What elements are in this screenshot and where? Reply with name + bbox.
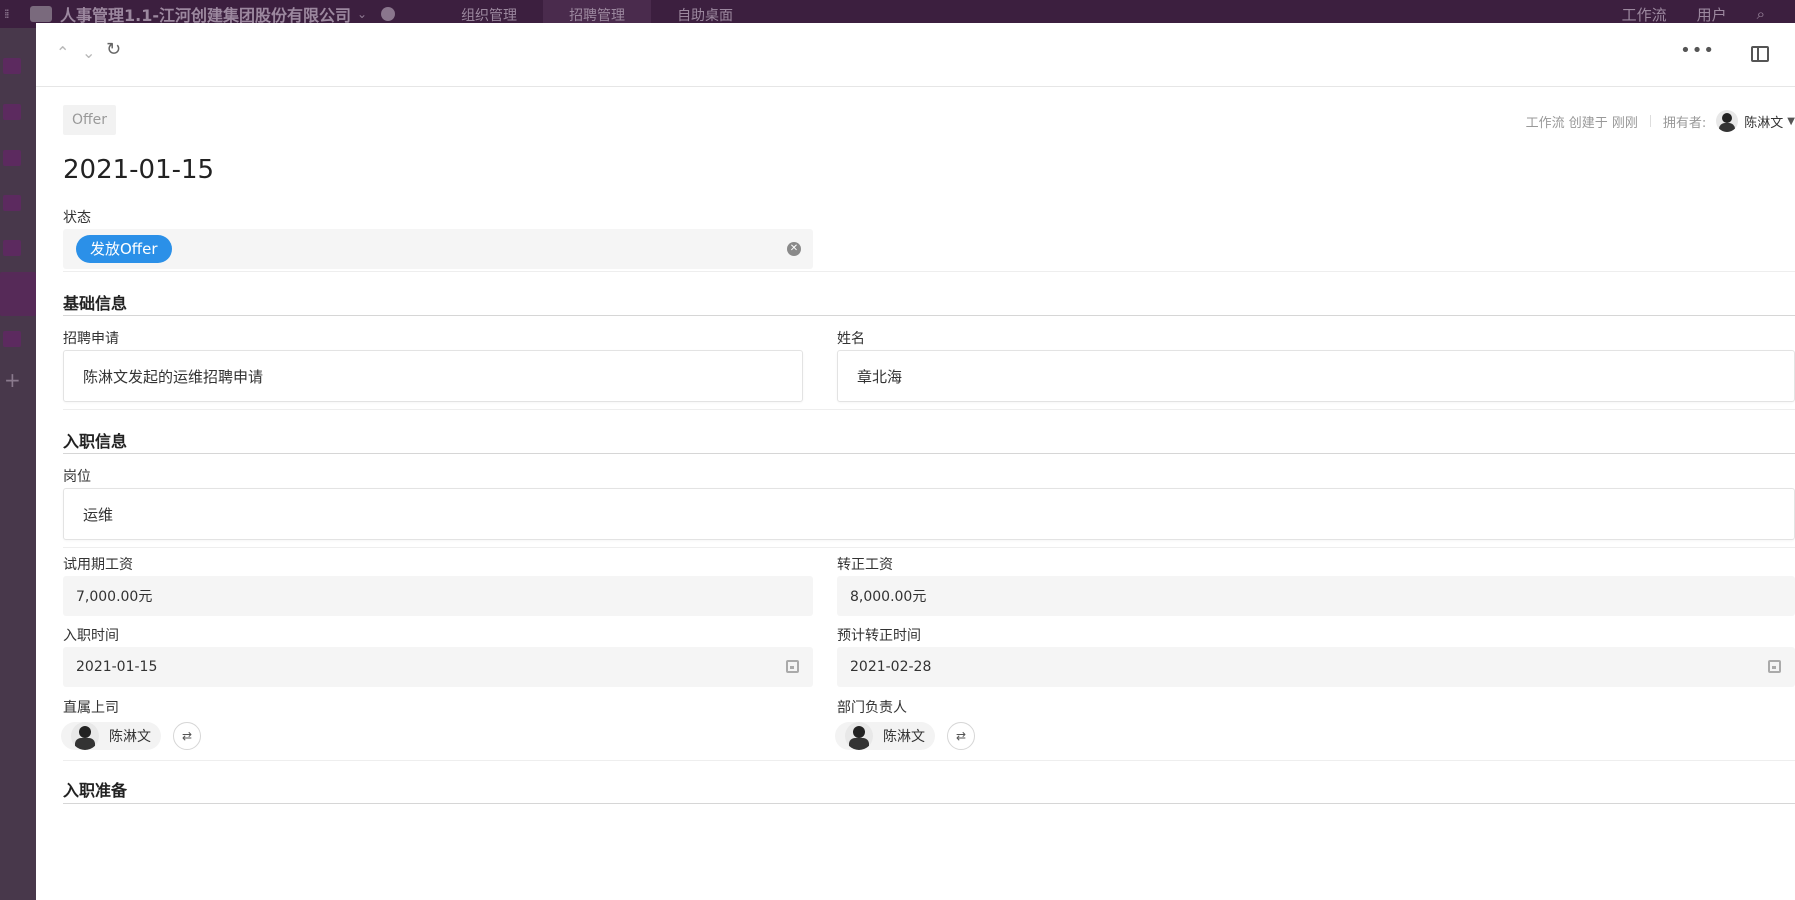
status-field[interactable]: 发放Offer ✕: [63, 229, 813, 269]
application-field[interactable]: 陈淋文发起的运维招聘申请: [63, 350, 803, 402]
owner-label: 拥有者:: [1662, 115, 1707, 131]
probation-salary-field[interactable]: 7,000.00元: [63, 576, 813, 616]
sidebar-edit-icon[interactable]: [3, 195, 21, 211]
sidebar-add-icon[interactable]: +: [4, 368, 21, 392]
section-divider: [63, 453, 1795, 454]
record-meta: 工作流 创建于 刚刚 拥有者: 陈淋文 ▼: [1526, 110, 1795, 132]
section-onboard-prepare: 入职准备: [63, 781, 128, 800]
clear-icon[interactable]: ✕: [787, 242, 801, 256]
sidebar-handshake-icon[interactable]: [0, 272, 36, 316]
avatar: [845, 722, 873, 750]
record-title: 2021-01-15: [63, 155, 215, 185]
supervisor-label: 直属上司: [63, 700, 119, 716]
section-onboard-info: 入职信息: [63, 432, 128, 451]
dept-head-person: 陈淋文 ⇄: [835, 722, 975, 750]
regular-salary-field[interactable]: 8,000.00元: [837, 576, 1795, 616]
sidebar-puzzle-icon[interactable]: [3, 58, 21, 74]
sidebar-chart-icon[interactable]: [3, 331, 21, 347]
status-label: 状态: [63, 210, 91, 226]
regular-date-field[interactable]: 2021-02-28: [837, 647, 1795, 687]
divider: [63, 760, 1795, 761]
next-record-icon[interactable]: ⌄: [82, 43, 95, 62]
regular-date-label: 预计转正时间: [837, 628, 921, 644]
regular-date-value: 2021-02-28: [850, 659, 932, 675]
dept-head-label: 部门负责人: [837, 700, 907, 716]
calendar-icon[interactable]: [1768, 660, 1781, 673]
search-icon[interactable]: ⌕: [1757, 5, 1765, 23]
owner-name[interactable]: 陈淋文: [1744, 112, 1783, 131]
info-icon[interactable]: [381, 7, 396, 21]
status-badge[interactable]: 发放Offer: [76, 235, 172, 263]
section-basic-info: 基础信息: [63, 294, 128, 313]
name-label: 姓名: [837, 331, 865, 347]
owner-avatar[interactable]: [1716, 110, 1739, 132]
created-info: 工作流 创建于 刚刚: [1525, 115, 1638, 131]
onboard-date-value: 2021-01-15: [76, 659, 158, 675]
left-sidebar: +: [0, 28, 36, 900]
divider: [63, 271, 1795, 272]
position-field[interactable]: 运维: [63, 488, 1795, 540]
section-divider: [63, 315, 1795, 316]
drawer-toolbar: ⌃ ⌄ ↻ •••: [36, 23, 1795, 87]
refresh-icon[interactable]: ↻: [106, 39, 121, 60]
application-label: 招聘申请: [63, 331, 119, 347]
dept-head-chip[interactable]: 陈淋文: [835, 722, 935, 750]
meta-separator: [1649, 115, 1651, 127]
app-logo: [30, 6, 52, 22]
dept-head-name: 陈淋文: [883, 729, 925, 745]
owner-dropdown-icon[interactable]: ▼: [1787, 116, 1795, 127]
more-options-icon[interactable]: •••: [1680, 40, 1715, 61]
onboard-date-label: 入职时间: [63, 628, 119, 644]
sidebar-people-icon[interactable]: [3, 150, 21, 166]
side-panel-toggle-icon[interactable]: [1751, 46, 1769, 62]
divider: [63, 547, 1795, 548]
record-type-tag: Offer: [63, 105, 117, 135]
apps-grid-icon[interactable]: ⁞⁞: [4, 7, 24, 21]
swap-icon[interactable]: ⇄: [173, 722, 201, 750]
users-link[interactable]: 用户: [1697, 4, 1727, 25]
sidebar-team-icon[interactable]: [3, 240, 21, 256]
previous-record-icon[interactable]: ⌃: [56, 43, 69, 62]
divider: [63, 409, 1795, 410]
section-divider: [63, 803, 1795, 804]
onboard-date-field[interactable]: 2021-01-15: [63, 647, 813, 687]
regular-salary-label: 转正工资: [837, 557, 893, 573]
avatar: [71, 722, 99, 750]
supervisor-chip[interactable]: 陈淋文: [61, 722, 161, 750]
probation-salary-label: 试用期工资: [63, 557, 133, 573]
name-field[interactable]: 章北海: [837, 350, 1795, 402]
sidebar-document-icon[interactable]: [3, 104, 21, 120]
record-drawer: ⌃ ⌄ ↻ ••• Offer 工作流 创建于 刚刚 拥有者: 陈淋文 ▼ 20…: [36, 23, 1795, 900]
position-label: 岗位: [63, 469, 91, 485]
supervisor-person: 陈淋文 ⇄: [61, 722, 201, 750]
workflow-link[interactable]: 工作流: [1622, 4, 1667, 25]
calendar-icon[interactable]: [786, 660, 799, 673]
supervisor-name: 陈淋文: [109, 729, 151, 745]
swap-icon[interactable]: ⇄: [947, 722, 975, 750]
chevron-down-icon[interactable]: ⌄: [357, 7, 367, 21]
